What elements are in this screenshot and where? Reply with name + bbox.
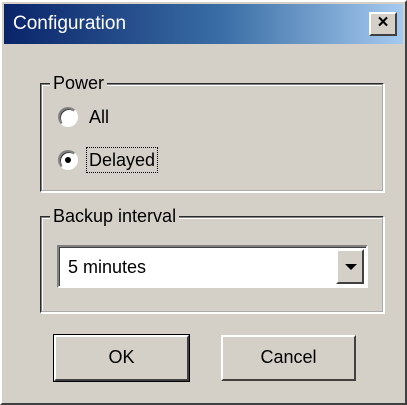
backup-interval-group: Backup interval 5 minutes	[40, 205, 384, 313]
window-title: Configuration	[13, 13, 127, 34]
cancel-button[interactable]: Cancel	[221, 335, 356, 381]
radio-delayed-circle-icon[interactable]	[58, 150, 78, 170]
backup-interval-select[interactable]: 5 minutes	[57, 245, 368, 288]
ok-button[interactable]: OK	[54, 335, 189, 381]
radio-all-circle-icon[interactable]	[58, 107, 78, 127]
radio-delayed-label[interactable]: Delayed	[85, 147, 159, 173]
radio-delayed[interactable]: Delayed	[58, 147, 159, 173]
title-bar[interactable]: Configuration ×	[4, 4, 403, 44]
power-legend: Power	[50, 72, 108, 94]
configuration-dialog: Configuration × Power All Delayed Backup…	[0, 0, 407, 405]
dropdown-button[interactable]	[336, 249, 364, 284]
backup-interval-legend: Backup interval	[50, 205, 180, 227]
radio-all[interactable]: All	[58, 104, 111, 130]
close-icon: ×	[377, 12, 389, 33]
chevron-down-icon	[345, 264, 357, 270]
close-button[interactable]: ×	[369, 12, 397, 36]
power-group: Power All Delayed	[40, 72, 384, 192]
radio-all-label[interactable]: All	[87, 105, 111, 129]
backup-interval-value: 5 minutes	[68, 257, 147, 277]
